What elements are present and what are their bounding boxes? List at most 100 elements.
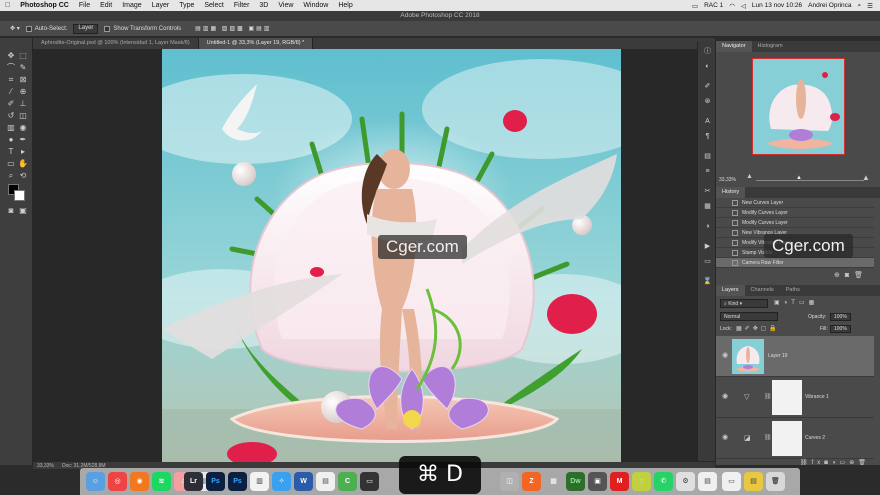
history-brush-icon[interactable]: ↺	[6, 111, 16, 121]
opacity-value[interactable]: 100%	[830, 313, 851, 321]
spotify-icon[interactable]: ≋	[152, 472, 171, 491]
eraser-icon[interactable]: ◫	[18, 111, 28, 121]
tab-paths[interactable]: Paths	[780, 285, 806, 296]
layer-filter-icons[interactable]: ▣◑T▭▦	[774, 299, 818, 306]
wifi-icon[interactable]: ◠	[726, 2, 738, 10]
move-tool-icon[interactable]: ✥	[6, 51, 16, 61]
menu-image[interactable]: Image	[117, 0, 146, 11]
app-icon[interactable]: ▥	[250, 472, 269, 491]
link-chain-icon[interactable]: ⛓	[764, 393, 772, 400]
layer-name[interactable]: Layer 19	[768, 353, 787, 359]
visibility-eye-icon[interactable]: ◉	[721, 352, 729, 360]
clock[interactable]: Lun 13 nov 10:26	[749, 2, 805, 9]
layer-row-vibrance-1[interactable]: ◉ ▽ ⛓ Vibrance 1	[716, 377, 874, 418]
chrome-icon[interactable]: ◎	[108, 472, 127, 491]
terminal-icon[interactable]: ▭	[360, 472, 379, 491]
zoom-out-icon[interactable]: ▲	[746, 173, 753, 180]
spotlight-icon[interactable]: ⌕	[855, 2, 865, 10]
camtasia-icon[interactable]: C	[338, 472, 357, 491]
status-rac[interactable]: RAC 1	[701, 2, 726, 9]
frame-tool-icon[interactable]: ⊠	[18, 75, 28, 85]
apple-menu-icon[interactable]: 	[0, 0, 15, 11]
character-panel-icon[interactable]: A	[703, 117, 712, 126]
timeline-icon[interactable]: ▭	[703, 257, 712, 266]
visibility-eye-icon[interactable]: ◉	[721, 434, 729, 442]
healing-brush-icon[interactable]: ⊕	[18, 87, 28, 97]
layer-filter-kind[interactable]: ⌕ Kind ▾	[720, 299, 768, 308]
stamp-tool-icon[interactable]: ⊥	[18, 99, 28, 109]
app-icon-4[interactable]: ◌	[632, 472, 651, 491]
lasso-tool-icon[interactable]: ⌒	[6, 63, 16, 73]
path-select-icon[interactable]: ▸	[18, 147, 28, 157]
tab-histogram[interactable]: Histogram	[752, 41, 789, 52]
notification-icon[interactable]: ☰	[864, 2, 876, 10]
app-icon-3[interactable]: ▣	[588, 472, 607, 491]
info-panel-icon[interactable]: ⓘ	[703, 47, 712, 56]
marquee-tool-icon[interactable]: ⬚	[18, 51, 28, 61]
history-actions[interactable]: ⊕◙🗑	[834, 271, 868, 279]
menu-layer[interactable]: Layer	[147, 0, 175, 11]
brush-panel-icon[interactable]: ✐	[703, 82, 712, 91]
app-menu[interactable]: Photoshop CC	[15, 0, 74, 11]
move-tool-icon[interactable]: ✥ ▾	[10, 25, 20, 32]
clone-source-icon[interactable]: ⊛	[703, 97, 712, 106]
align-icons[interactable]: ▤▥▦ ▧▨▩ ▣▤▥	[195, 25, 271, 32]
visibility-eye-icon[interactable]: ◉	[721, 393, 729, 401]
layer-mask-thumbnail[interactable]	[772, 380, 802, 415]
filezilla-icon[interactable]: Z	[522, 472, 541, 491]
app-icon-6[interactable]: ▤	[698, 472, 717, 491]
lightroom-icon[interactable]: Lr	[184, 472, 203, 491]
layer-row-curves-2[interactable]: ◉ ◪ ⛓ Curves 2	[716, 418, 874, 459]
battery-icon[interactable]: ▭	[689, 2, 701, 10]
app-icon-2[interactable]: ▦	[544, 472, 563, 491]
quick-select-icon[interactable]: ✎	[18, 63, 28, 73]
paragraph-panel-icon[interactable]: ¶	[703, 132, 712, 141]
zoom-in-icon[interactable]: ▲	[862, 173, 870, 182]
history-panel-icon[interactable]: ⌛	[703, 277, 712, 286]
layers-actions[interactable]: ⛓fx◙◑▭⊕🗑	[800, 459, 870, 466]
tab-channels[interactable]: Channels	[745, 285, 780, 296]
trash-icon[interactable]: 🗑	[766, 472, 785, 491]
firefox-icon[interactable]: ◉	[130, 472, 149, 491]
rotate-view-icon[interactable]: ⟲	[18, 171, 28, 181]
note-icon[interactable]: ▤	[744, 472, 763, 491]
safari-icon[interactable]: ✧	[272, 472, 291, 491]
auto-select-checkbox[interactable]	[25, 25, 32, 32]
zoom-tool-icon[interactable]: ⌕	[6, 171, 16, 181]
hand-tool-icon[interactable]: ✋	[18, 159, 28, 169]
fill-value[interactable]: 100%	[830, 325, 851, 333]
tab-layers[interactable]: Layers	[716, 285, 745, 296]
history-item[interactable]: New Curves Layer	[716, 198, 874, 208]
layer-mask-thumbnail[interactable]	[772, 421, 802, 456]
tab-navigator[interactable]: Navigator	[716, 41, 752, 52]
zoom-level[interactable]: 33,33%	[37, 463, 54, 469]
history-item[interactable]: Modify Curves Layer	[716, 218, 874, 228]
styles-icon[interactable]: ▦	[703, 202, 712, 211]
utility-icon[interactable]: ◫	[500, 472, 519, 491]
layer-row-layer-19[interactable]: ◉ Layer 19	[716, 336, 874, 377]
photoshop-icon[interactable]: Ps	[206, 472, 225, 491]
link-chain-icon[interactable]: ⛓	[764, 434, 772, 441]
lock-icons[interactable]: ▦✐✥▢🔒	[736, 325, 780, 332]
menu-type[interactable]: Type	[174, 0, 199, 11]
libraries-icon[interactable]: ▤	[703, 152, 712, 161]
tab-history[interactable]: History	[716, 187, 746, 198]
tab-untitled[interactable]: Untitled-1 @ 33,3% (Layer 19, RGB/8) *	[198, 38, 314, 49]
pen-tool-icon[interactable]: ✒	[18, 135, 28, 145]
dodge-tool-icon[interactable]: ●	[6, 135, 16, 145]
quick-mask-icon[interactable]: ◙	[6, 206, 16, 216]
color-panel-icon[interactable]: ◐	[703, 62, 712, 71]
dreamweaver-icon[interactable]: Dw	[566, 472, 585, 491]
textedit-icon[interactable]: ▤	[316, 472, 335, 491]
menu-window[interactable]: Window	[298, 0, 333, 11]
zoom-slider-handle[interactable]: ▲	[796, 175, 802, 181]
blend-mode-dropdown[interactable]: Normal	[720, 312, 778, 321]
show-transform-checkbox[interactable]	[104, 25, 111, 32]
screen-mode-icon[interactable]: ▣	[18, 206, 28, 216]
history-item-selected[interactable]: Camera Raw Filter	[716, 258, 874, 268]
menu-file[interactable]: File	[74, 0, 95, 11]
layer-name[interactable]: Vibrance 1	[805, 394, 829, 400]
menu-view[interactable]: View	[273, 0, 298, 11]
finder-icon[interactable]: ☺	[86, 472, 105, 491]
tool-presets-icon[interactable]: ✂	[703, 187, 712, 196]
